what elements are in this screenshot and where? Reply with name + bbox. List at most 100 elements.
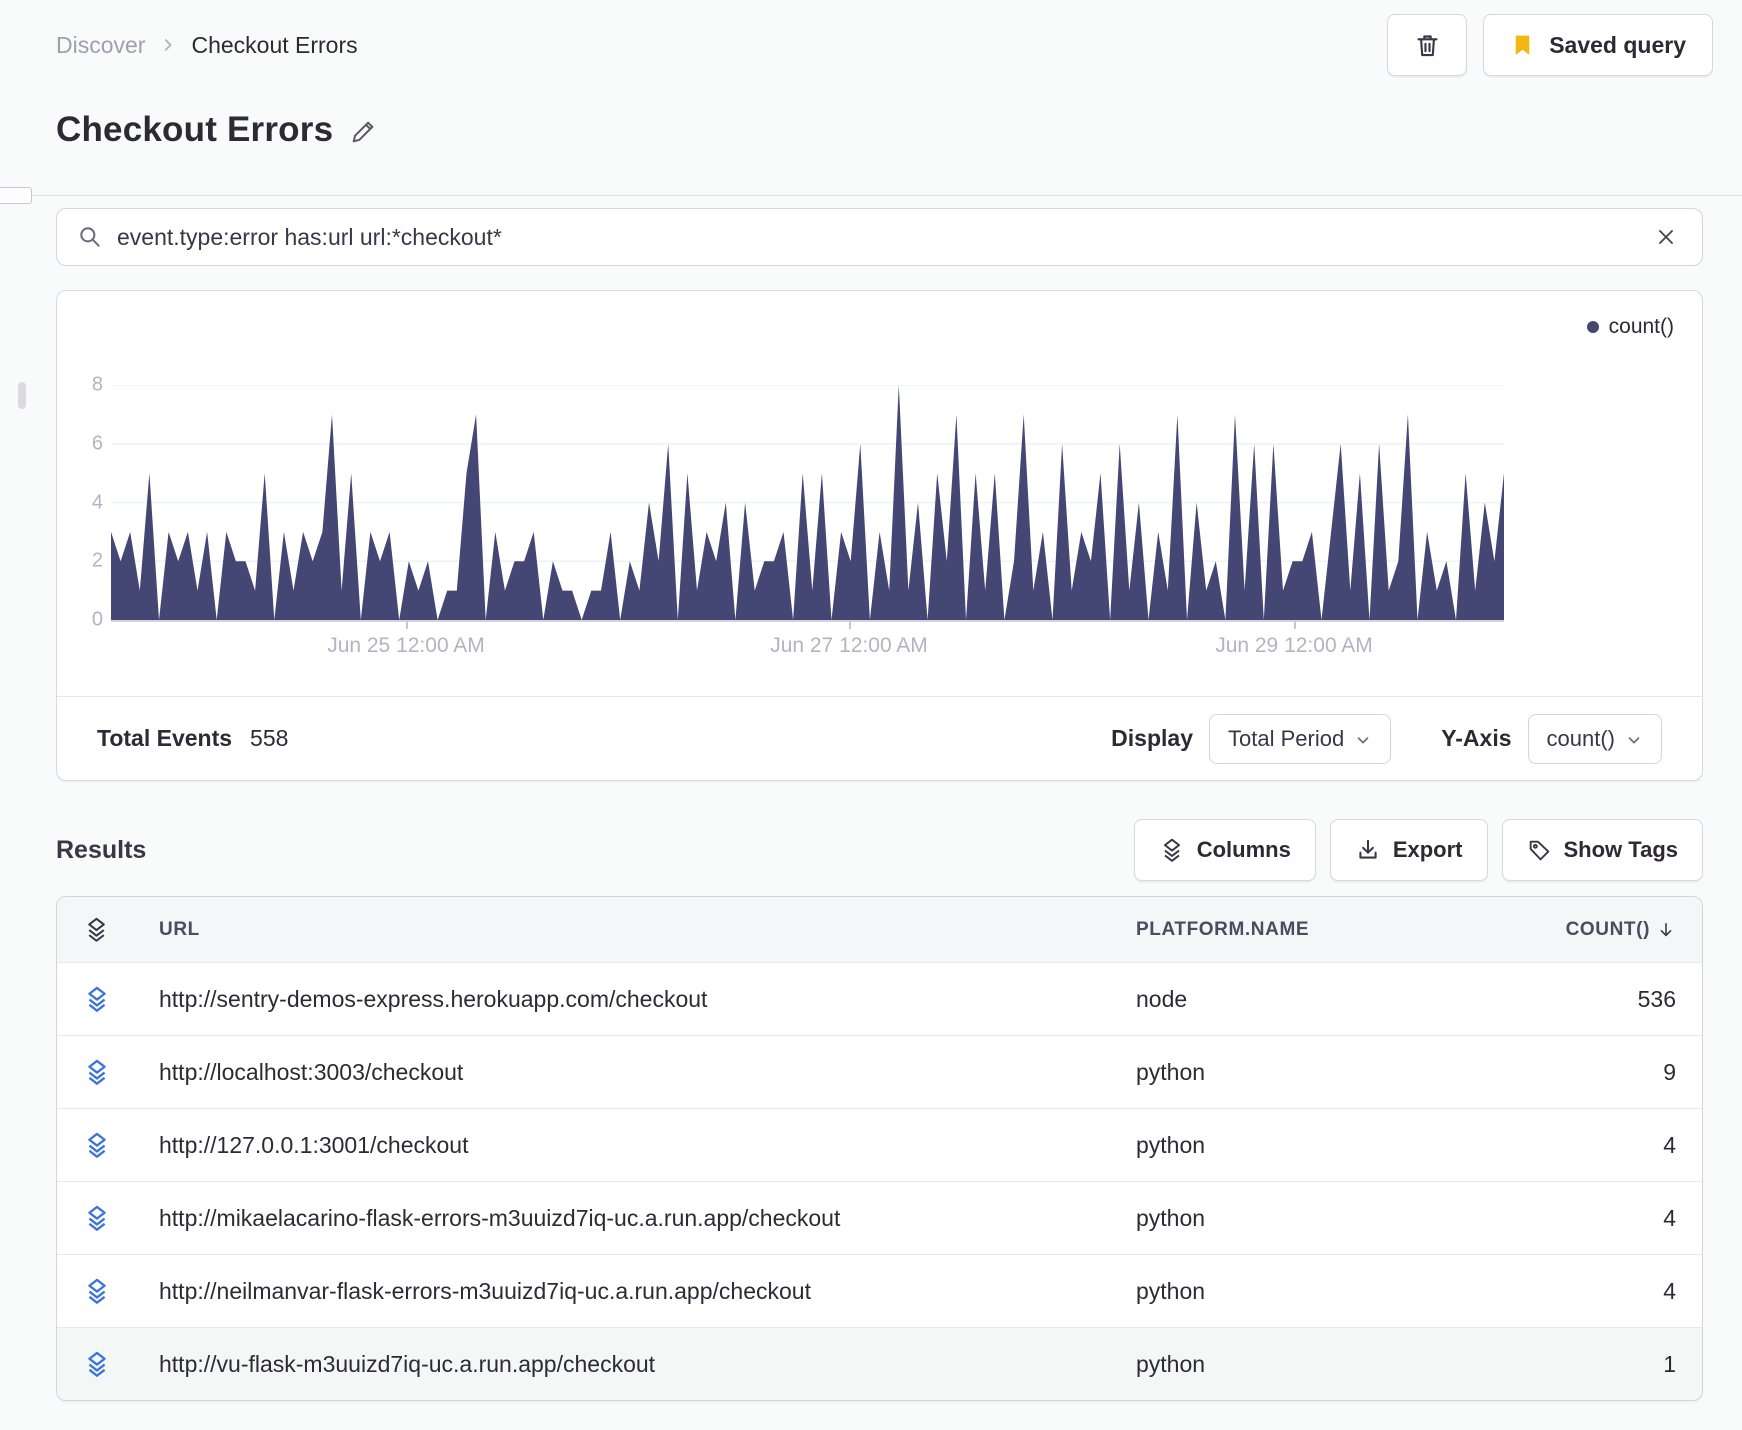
results-header-row: Results Columns Export Show Tags — [56, 819, 1703, 881]
url-cell: http://vu-flask-m3uuizd7iq-uc.a.run.app/… — [159, 1350, 656, 1377]
chart-legend[interactable]: count() — [1586, 315, 1674, 339]
count-cell: 4 — [1663, 1204, 1676, 1231]
clear-search-icon[interactable] — [1650, 221, 1682, 253]
total-events-value: 558 — [250, 725, 289, 751]
show-tags-button[interactable]: Show Tags — [1501, 819, 1703, 881]
columns-label: Columns — [1196, 837, 1291, 862]
x-axis-tick — [849, 621, 851, 629]
total-events: Total Events 558 — [97, 725, 288, 752]
total-events-label: Total Events — [97, 725, 233, 751]
results-table: URL PLATFORM.NAME COUNT() http://sentry-… — [56, 896, 1703, 1401]
count-cell: 9 — [1663, 1058, 1676, 1085]
column-header-url[interactable]: URL — [159, 919, 1136, 941]
page-title: Checkout Errors — [56, 110, 334, 149]
results-actions: Columns Export Show Tags — [1133, 819, 1703, 881]
saved-query-button[interactable]: Saved query — [1483, 14, 1713, 76]
tag-icon — [1527, 838, 1552, 863]
table-row: http://vu-flask-m3uuizd7iq-uc.a.run.app/… — [57, 1327, 1702, 1400]
y-axis-dropdown[interactable]: count() — [1527, 713, 1662, 764]
x-axis-tick — [1294, 621, 1296, 629]
page-divider — [0, 187, 1742, 204]
main-content: count() 0 2 4 6 8 Jun 25 12:00 AM Jun 27 12:00… — [56, 208, 1703, 1401]
x-axis-tick-label: Jun 25 12:00 AM — [327, 634, 485, 657]
header-stack-icon[interactable] — [83, 916, 159, 943]
breadcrumb: Discover Checkout Errors — [56, 32, 358, 59]
stack-icon[interactable] — [83, 985, 159, 1013]
count-header-label: COUNT() — [1565, 918, 1650, 940]
count-cell: 4 — [1663, 1131, 1676, 1158]
url-cell: http://sentry-demos-express.herokuapp.co… — [159, 985, 708, 1012]
delete-query-button[interactable] — [1387, 14, 1468, 76]
count-cell: 1 — [1663, 1350, 1676, 1377]
table-row: http://127.0.0.1:3001/checkout python 4 — [57, 1108, 1702, 1181]
area-series — [111, 385, 1504, 620]
title-row: Checkout Errors — [56, 110, 1742, 150]
platform-cell: python — [1136, 1058, 1206, 1085]
table-row: http://neilmanvar-flask-errors-m3uuizd7i… — [57, 1254, 1702, 1327]
download-icon — [1355, 837, 1381, 863]
stack-icon[interactable] — [83, 1058, 159, 1086]
x-axis-tick-label: Jun 29 12:00 AM — [1215, 634, 1373, 657]
display-dropdown[interactable]: Total Period — [1209, 713, 1392, 764]
y-axis-value: count() — [1546, 725, 1615, 751]
scroll-grip — [18, 382, 26, 409]
column-header-count[interactable]: COUNT() — [1566, 919, 1676, 941]
topbar-actions: Saved query — [1387, 14, 1713, 76]
top-bar: Discover Checkout Errors Saved query — [0, 0, 1742, 76]
edit-title-icon[interactable] — [349, 118, 377, 146]
url-cell: http://mikaelacarino-flask-errors-m3uuiz… — [159, 1204, 841, 1231]
chevron-down-icon — [1625, 731, 1643, 749]
x-axis-tick — [406, 621, 408, 629]
sidebar-collapse-handle[interactable] — [0, 187, 32, 204]
y-axis-tick-label: 2 — [91, 549, 103, 572]
y-axis-tick-label: 4 — [91, 491, 103, 513]
url-cell: http://neilmanvar-flask-errors-m3uuizd7i… — [159, 1277, 811, 1304]
layers-icon — [1159, 837, 1185, 863]
search-input[interactable] — [117, 223, 1636, 251]
breadcrumb-current: Checkout Errors — [191, 31, 358, 58]
display-value: Total Period — [1228, 725, 1345, 751]
saved-query-label: Saved query — [1549, 31, 1686, 58]
stack-icon[interactable] — [83, 1350, 159, 1378]
breadcrumb-chevron-icon — [159, 36, 177, 54]
column-header-platform[interactable]: PLATFORM.NAME — [1136, 919, 1516, 941]
table-row: http://localhost:3003/checkout python 9 — [57, 1035, 1702, 1108]
trash-icon — [1414, 32, 1441, 59]
columns-button[interactable]: Columns — [1133, 819, 1316, 881]
x-axis-tick-label: Jun 27 12:00 AM — [770, 634, 928, 657]
platform-cell: python — [1136, 1131, 1206, 1158]
table-body: http://sentry-demos-express.herokuapp.co… — [57, 962, 1702, 1400]
sort-desc-icon — [1656, 920, 1676, 940]
platform-cell: python — [1136, 1277, 1206, 1304]
table-header: URL PLATFORM.NAME COUNT() — [57, 897, 1702, 962]
table-row: http://sentry-demos-express.herokuapp.co… — [57, 962, 1702, 1035]
table-row: http://mikaelacarino-flask-errors-m3uuiz… — [57, 1181, 1702, 1254]
legend-dot-icon — [1586, 321, 1599, 333]
url-cell: http://localhost:3003/checkout — [159, 1058, 464, 1085]
platform-cell: python — [1136, 1204, 1206, 1231]
bookmark-icon — [1510, 33, 1535, 58]
count-cell: 536 — [1637, 985, 1676, 1012]
export-button[interactable]: Export — [1329, 819, 1488, 881]
export-label: Export — [1392, 837, 1463, 862]
platform-cell: python — [1136, 1350, 1206, 1377]
y-axis-tick-label: 0 — [91, 608, 103, 631]
search-bar — [56, 208, 1703, 266]
count-cell: 4 — [1663, 1277, 1676, 1304]
chart-panel: count() 0 2 4 6 8 Jun 25 12:00 AM Jun 27 12:00… — [56, 290, 1703, 781]
chart-footer: Total Events 558 Display Total Period Y-… — [57, 696, 1702, 780]
display-label: Display — [1111, 725, 1193, 751]
platform-cell: node — [1136, 985, 1188, 1012]
chart-controls: Display Total Period Y-Axis count() — [1111, 713, 1662, 764]
chevron-down-icon — [1354, 731, 1372, 749]
url-cell: http://127.0.0.1:3001/checkout — [159, 1131, 469, 1158]
error-count-chart: count() 0 2 4 6 8 Jun 25 12:00 AM Jun 27 12:00… — [57, 291, 1702, 696]
y-axis-tick-label: 8 — [91, 373, 103, 396]
stack-icon[interactable] — [83, 1131, 159, 1159]
show-tags-label: Show Tags — [1563, 837, 1679, 862]
y-axis-label: Y-Axis — [1441, 725, 1512, 751]
breadcrumb-discover[interactable]: Discover — [56, 32, 145, 59]
y-axis-tick-label: 6 — [91, 432, 103, 455]
stack-icon[interactable] — [83, 1204, 159, 1232]
stack-icon[interactable] — [83, 1277, 159, 1305]
